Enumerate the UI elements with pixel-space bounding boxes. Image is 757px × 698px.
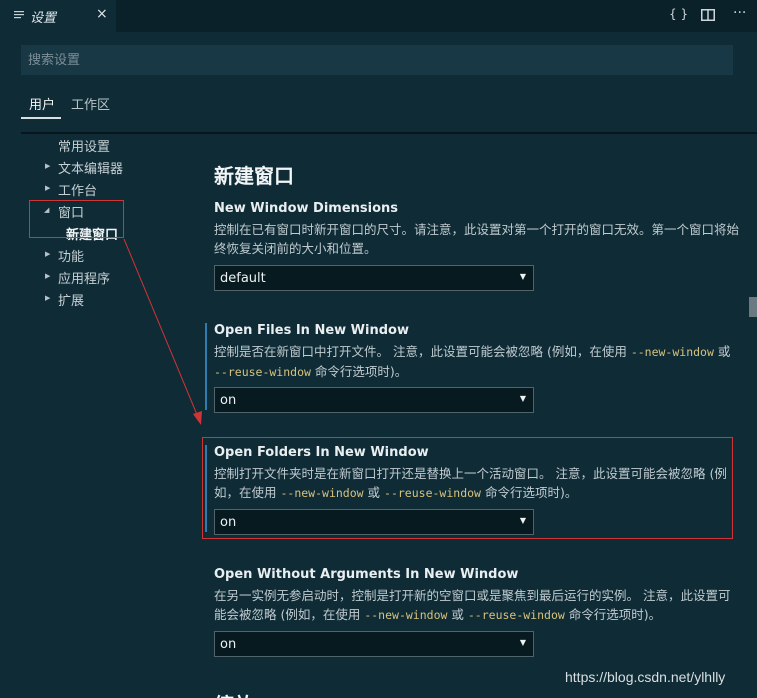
setting-title: New Window Dimensions — [214, 201, 399, 216]
settings-lines-icon — [14, 11, 24, 19]
desc-text: 控制是否在新窗口中打开文件。 注意，此设置可能会被忽略 (例如，在使用 — [214, 344, 631, 359]
next-section-title: 缩放 — [214, 689, 254, 698]
settings-tab[interactable]: 设置 × — [0, 0, 116, 32]
chevron-right-icon[interactable]: ▶ — [45, 294, 50, 302]
setting-description: 控制在已有窗口时新开窗口的尺寸。请注意，此设置对第一个打开的窗口无效。第一个窗口… — [214, 222, 740, 256]
tab-workspace[interactable]: 工作区 — [71, 94, 110, 113]
tree-item-extensions[interactable]: 扩展 — [58, 290, 84, 309]
setting-description: 控制是否在新窗口中打开文件。 注意，此设置可能会被忽略 (例如，在使用 --ne… — [214, 342, 740, 382]
chevron-right-icon[interactable]: ▶ — [45, 250, 50, 258]
scrollbar-thumb[interactable] — [749, 297, 757, 317]
dropdown-arrow-icon: ▼ — [519, 394, 526, 403]
dropdown-arrow-icon: ▼ — [519, 638, 526, 647]
close-icon[interactable]: × — [96, 6, 108, 22]
header-divider — [21, 132, 757, 134]
dropdown-arrow-icon: ▼ — [519, 272, 526, 281]
modified-indicator — [205, 323, 207, 410]
code-flag: --reuse-window — [214, 365, 311, 379]
chevron-right-icon[interactable]: ▶ — [45, 162, 50, 170]
desc-text: 或 — [713, 344, 731, 359]
search-input[interactable] — [21, 45, 733, 75]
code-flag: --new-window — [630, 345, 714, 359]
chevron-right-icon[interactable]: ▶ — [45, 184, 50, 192]
code-flag: --new-window — [364, 608, 448, 622]
watermark: https://blog.csdn.net/ylhlly — [565, 669, 726, 685]
more-actions-icon[interactable]: ··· — [733, 5, 746, 21]
select-value: on — [220, 637, 237, 652]
annotation-box-tree — [29, 200, 124, 238]
tab-title: 设置 — [30, 11, 57, 26]
annotation-box-setting — [202, 437, 733, 539]
desc-text: 或 — [447, 607, 468, 622]
active-tab-underline — [21, 117, 61, 119]
open-files-in-new-window-select[interactable]: on ▼ — [214, 387, 534, 413]
tree-item-common[interactable]: 常用设置 — [58, 136, 110, 155]
tree-item-application[interactable]: 应用程序 — [58, 268, 110, 287]
tree-item-workbench[interactable]: 工作台 — [58, 180, 97, 199]
open-without-arguments-select[interactable]: on ▼ — [214, 631, 534, 657]
select-value: default — [220, 271, 266, 286]
split-editor-icon[interactable] — [701, 9, 715, 21]
chevron-right-icon[interactable]: ▶ — [45, 272, 50, 280]
select-value: on — [220, 393, 237, 408]
setting-title: Open Files In New Window — [214, 323, 409, 338]
desc-text: 命令行选项时)。 — [564, 607, 662, 622]
desc-text: 命令行选项时)。 — [310, 364, 408, 379]
tree-item-features[interactable]: 功能 — [58, 246, 84, 265]
open-json-icon[interactable]: { } — [669, 7, 688, 21]
code-flag: --reuse-window — [467, 608, 565, 622]
editor-tab-bar: 设置 × { } ··· — [0, 0, 757, 32]
setting-description: 在另一实例无参启动时，控制是打开新的空窗口或是聚焦到最后运行的实例。 注意，此设… — [214, 586, 740, 625]
setting-title: Open Without Arguments In New Window — [214, 567, 519, 582]
new-window-dimensions-select[interactable]: default ▼ — [214, 265, 534, 291]
tab-user[interactable]: 用户 — [29, 94, 55, 113]
section-title: 新建窗口 — [214, 164, 294, 188]
tree-item-text-editor[interactable]: 文本编辑器 — [58, 158, 123, 177]
